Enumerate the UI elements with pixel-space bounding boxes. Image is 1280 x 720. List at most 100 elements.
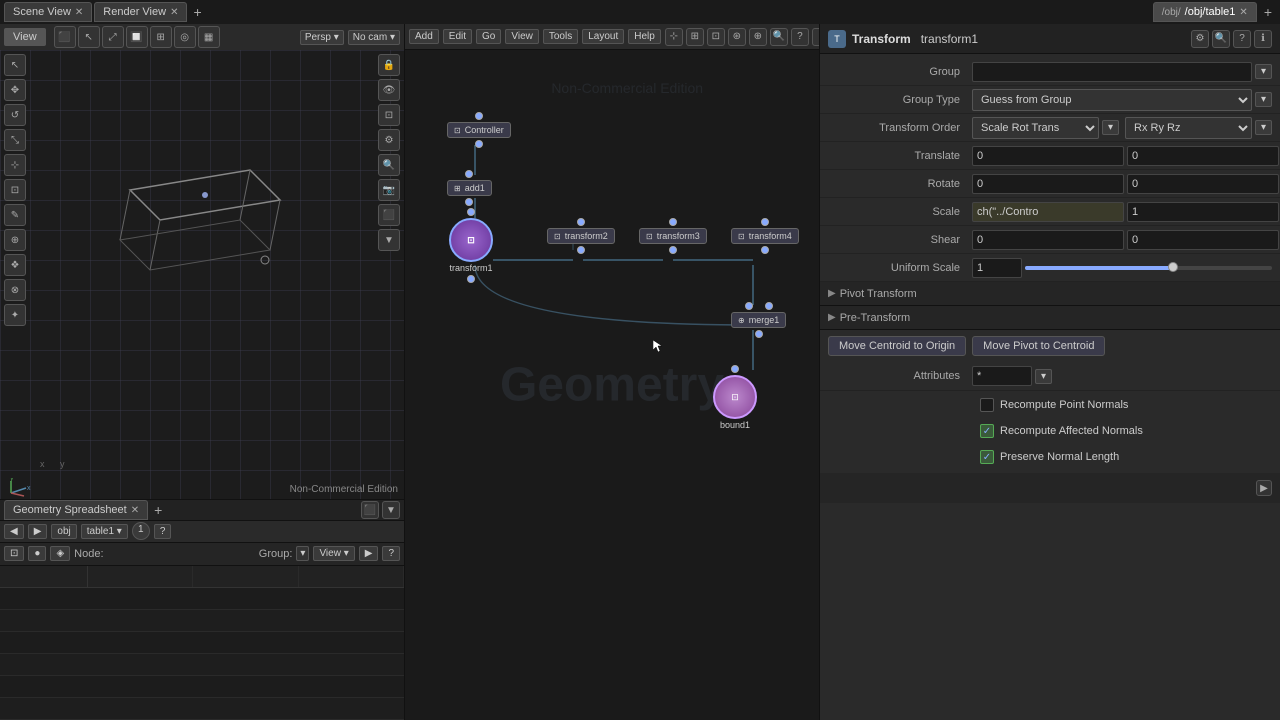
- tool5[interactable]: ⊹: [4, 154, 26, 176]
- right-icon-6[interactable]: 📷: [378, 179, 400, 201]
- ne-icon3[interactable]: ⊡: [707, 28, 725, 46]
- node-box-t3[interactable]: ⊡ transform3: [639, 228, 707, 244]
- render-view-tab[interactable]: Render View ✕: [94, 2, 187, 22]
- pre-transform-section[interactable]: ▶ Pre-Transform: [820, 306, 1280, 330]
- right-icon-5[interactable]: 🔍: [378, 154, 400, 176]
- vp-tool-2[interactable]: ↖: [78, 26, 100, 48]
- ne-go[interactable]: Go: [476, 29, 501, 44]
- tool11[interactable]: ✦: [4, 304, 26, 326]
- uniform-scale-input[interactable]: [972, 258, 1022, 278]
- tool7[interactable]: ✎: [4, 204, 26, 226]
- node-merge1[interactable]: ⊕ merge1: [731, 302, 786, 338]
- tool9[interactable]: ❖: [4, 254, 26, 276]
- vp-tool-6[interactable]: ◎: [174, 26, 196, 48]
- ro-arrow[interactable]: ▾: [1255, 120, 1272, 135]
- shear-x[interactable]: [972, 230, 1124, 250]
- ne-help[interactable]: Help: [628, 29, 661, 44]
- group-input[interactable]: [972, 62, 1252, 82]
- view-button[interactable]: View ▾: [313, 546, 354, 561]
- geo-add-tab[interactable]: +: [150, 502, 166, 518]
- group-dropdown[interactable]: ▾: [296, 546, 309, 561]
- right-icon-1[interactable]: 🔒: [378, 54, 400, 76]
- ne-view[interactable]: View: [505, 29, 539, 44]
- geo-icon-1[interactable]: ⬛: [361, 501, 379, 519]
- pivot-transform-section[interactable]: ▶ Pivot Transform: [820, 282, 1280, 306]
- node-filter[interactable]: ◈: [50, 546, 70, 561]
- geo-help[interactable]: ?: [154, 524, 172, 539]
- obj-button[interactable]: obj: [51, 524, 76, 539]
- obj-table1-tab[interactable]: /obj/ /obj/table1 ✕: [1153, 2, 1257, 22]
- rotate-icon[interactable]: ↺: [4, 104, 26, 126]
- props-expand-icon[interactable]: ▶: [1256, 480, 1272, 496]
- ne-tools[interactable]: Tools: [543, 29, 578, 44]
- ne-icon2[interactable]: ⊞: [686, 28, 704, 46]
- ne-icon8[interactable]: ℹ: [812, 28, 820, 46]
- rotate-y[interactable]: [1127, 174, 1279, 194]
- table1-button[interactable]: table1 ▾: [81, 524, 128, 539]
- recompute-point-checkbox[interactable]: [980, 398, 994, 412]
- move-icon[interactable]: ✥: [4, 79, 26, 101]
- node-box-t4[interactable]: ⊡ transform4: [731, 228, 799, 244]
- translate-x[interactable]: [972, 146, 1124, 166]
- node-circle-transform1[interactable]: ⊡: [449, 218, 493, 262]
- move-pivot-btn[interactable]: Move Pivot to Centroid: [972, 336, 1105, 356]
- grouptype-arrow[interactable]: ▾: [1255, 92, 1272, 107]
- ne-icon1[interactable]: ⊹: [665, 28, 683, 46]
- node-box-merge1[interactable]: ⊕ merge1: [731, 312, 786, 328]
- geo-tab[interactable]: Geometry Spreadsheet ✕: [4, 500, 148, 520]
- node-dot[interactable]: ●: [28, 546, 46, 561]
- tool8[interactable]: ⊕: [4, 229, 26, 251]
- attr-filter-input[interactable]: [972, 366, 1032, 386]
- node-box-controller[interactable]: ⊡ Controller: [447, 122, 511, 138]
- geo-icon-2[interactable]: ▼: [382, 501, 400, 519]
- nocam-dropdown[interactable]: No cam ▾: [348, 30, 400, 45]
- props-icon2[interactable]: 🔍: [1212, 30, 1230, 48]
- right-icon-4[interactable]: ⚙: [378, 129, 400, 151]
- node-add1[interactable]: ⊞ add1: [447, 170, 492, 206]
- persp-dropdown[interactable]: Persp ▾: [300, 30, 344, 45]
- transform-order-select[interactable]: Scale Rot Trans Scale Trans Rot Rot Scal…: [972, 117, 1099, 139]
- ne-add[interactable]: Add: [409, 29, 439, 44]
- tool10[interactable]: ⊗: [4, 279, 26, 301]
- vp-tool-5[interactable]: ⊞: [150, 26, 172, 48]
- node-circle-bound1[interactable]: ⊡: [713, 375, 757, 419]
- rotate-x[interactable]: [972, 174, 1124, 194]
- recompute-affected-checkbox[interactable]: ✓: [980, 424, 994, 438]
- node-transform3[interactable]: ⊡ transform3: [639, 218, 707, 254]
- geo-tab-close[interactable]: ✕: [131, 505, 139, 516]
- node-transform1[interactable]: ⊡ transform1: [449, 208, 493, 283]
- right-icon-8[interactable]: ▼: [378, 229, 400, 251]
- group-dropdown-btn[interactable]: ▾: [1255, 64, 1272, 79]
- props-icon1[interactable]: ⚙: [1191, 30, 1209, 48]
- vp-tool-7[interactable]: ▦: [198, 26, 220, 48]
- ne-layout[interactable]: Layout: [582, 29, 624, 44]
- right-icon-7[interactable]: ⬛: [378, 204, 400, 226]
- geo-help2[interactable]: ?: [382, 546, 400, 561]
- right-icon-3[interactable]: ⊡: [378, 104, 400, 126]
- ne-icon5[interactable]: ⊕: [749, 28, 767, 46]
- scale-x[interactable]: [972, 202, 1124, 222]
- node-transform2[interactable]: ⊡ transform2: [547, 218, 615, 254]
- rot-order-select[interactable]: Rx Ry Rz Rx Rz Ry Ry Rx Rz: [1125, 117, 1252, 139]
- frame-button[interactable]: 1: [132, 522, 150, 540]
- node-box-add1[interactable]: ⊞ add1: [447, 180, 492, 196]
- uniform-scale-slider[interactable]: [1025, 266, 1272, 270]
- props-icon4[interactable]: ℹ: [1254, 30, 1272, 48]
- scale-y[interactable]: [1127, 202, 1279, 222]
- ne-icon4[interactable]: ⊛: [728, 28, 746, 46]
- attr-btn[interactable]: ▾: [1035, 369, 1052, 384]
- vp-tool-3[interactable]: ⤢: [102, 26, 124, 48]
- right-icon-2[interactable]: 👁: [378, 79, 400, 101]
- group-type-select[interactable]: Guess from Group Points Primitives Edges: [972, 89, 1252, 111]
- forward-button[interactable]: ▶: [28, 524, 48, 539]
- scale-icon[interactable]: ⤡: [4, 129, 26, 151]
- slider-track[interactable]: [1025, 266, 1272, 270]
- play-button[interactable]: ▶: [359, 546, 379, 561]
- node-icon[interactable]: ⊡: [4, 546, 24, 561]
- node-controller[interactable]: ⊡ Controller: [447, 112, 511, 148]
- preserve-normal-checkbox[interactable]: ✓: [980, 450, 994, 464]
- node-transform4[interactable]: ⊡ transform4: [731, 218, 799, 254]
- back-button[interactable]: ◀: [4, 524, 24, 539]
- view-tab[interactable]: View: [4, 28, 46, 46]
- add-right-tab-button[interactable]: +: [1260, 4, 1276, 20]
